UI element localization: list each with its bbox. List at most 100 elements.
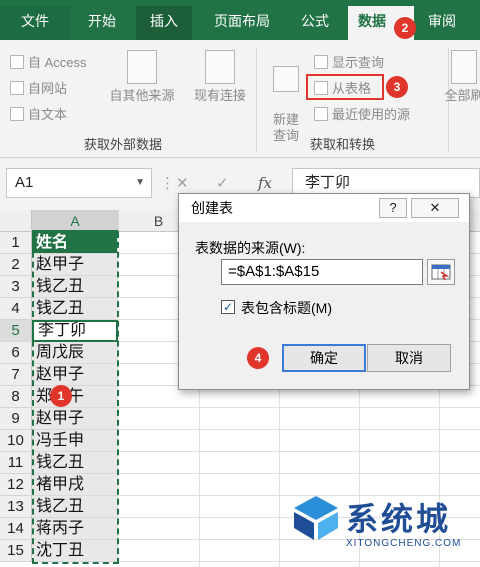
show-queries-icon bbox=[314, 55, 328, 69]
column-header-a[interactable]: A bbox=[32, 210, 119, 232]
row-header[interactable]: 8 bbox=[0, 386, 32, 408]
table-cell[interactable]: 郑庚午 bbox=[32, 386, 118, 408]
watermark-url: XITONGCHENG.COM bbox=[346, 538, 462, 549]
table-cell[interactable]: 冯壬申 bbox=[32, 430, 118, 452]
more-icon: ⋮ bbox=[160, 175, 175, 192]
row-header[interactable]: 14 bbox=[0, 518, 32, 540]
from-access-label: 自 Access bbox=[28, 55, 87, 70]
new-query-label: 新建 查询 bbox=[272, 112, 299, 143]
access-icon bbox=[10, 55, 24, 69]
from-other-sources-button[interactable]: 自其他来源 bbox=[104, 50, 180, 104]
refresh-icon bbox=[451, 50, 477, 84]
table-cell[interactable]: 钱乙丑 bbox=[32, 496, 118, 518]
row-header[interactable]: 3 bbox=[0, 276, 32, 298]
insert-function-icon[interactable]: fx bbox=[258, 174, 272, 192]
row-header[interactable]: 7 bbox=[0, 364, 32, 386]
name-box-value: A1 bbox=[15, 174, 34, 191]
table-cell[interactable]: 李丁卯 bbox=[32, 320, 118, 342]
ribbon: 自 Access 自网站 自文本 自其他来源 现有连接 获取外部数据 新建 查询… bbox=[0, 40, 480, 158]
close-icon[interactable]: ✕ bbox=[411, 198, 459, 218]
show-queries-button[interactable]: 显示查询 bbox=[314, 52, 384, 71]
ribbon-separator bbox=[256, 48, 257, 152]
gridline bbox=[118, 429, 480, 430]
table-source-label: 表数据的来源(W): bbox=[195, 240, 306, 256]
step-marker-4: 4 bbox=[247, 347, 269, 369]
from-other-sources-label: 自其他来源 bbox=[109, 88, 175, 103]
has-headers-checkbox[interactable]: ✓ bbox=[221, 300, 235, 314]
row-header[interactable]: 12 bbox=[0, 474, 32, 496]
table-cell[interactable]: 赵甲子 bbox=[32, 408, 118, 430]
from-access-button[interactable]: 自 Access bbox=[10, 52, 87, 71]
group-label-transform: 获取和转换 bbox=[310, 137, 376, 152]
step-marker-2: 2 bbox=[394, 17, 416, 39]
cancel-button[interactable]: 取消 bbox=[367, 344, 451, 372]
web-icon bbox=[10, 81, 24, 95]
cancel-formula-icon[interactable]: ✕ bbox=[176, 174, 189, 192]
table-cell[interactable]: 钱乙丑 bbox=[32, 298, 118, 320]
table-cell[interactable]: 沈丁丑 bbox=[32, 540, 118, 562]
select-all-corner[interactable] bbox=[0, 210, 32, 232]
step-marker-3: 3 bbox=[386, 76, 408, 98]
create-table-dialog: 创建表 ? ✕ 表数据的来源(W): =$A$1:$A$15 ✓ 表包含标题(M… bbox=[178, 193, 470, 390]
gridline bbox=[118, 407, 480, 408]
row-header[interactable]: 11 bbox=[0, 452, 32, 474]
show-queries-label: 显示查询 bbox=[332, 55, 385, 70]
table-cell[interactable]: 周戊辰 bbox=[32, 342, 118, 364]
table-cell[interactable]: 蒋丙子 bbox=[32, 518, 118, 540]
from-text-button[interactable]: 自文本 bbox=[10, 104, 67, 123]
table-cell[interactable]: 钱乙丑 bbox=[32, 452, 118, 474]
tab-page-layout[interactable]: 页面布局 bbox=[202, 6, 282, 40]
gridline bbox=[118, 473, 480, 474]
from-web-label: 自网站 bbox=[28, 81, 68, 96]
gridline bbox=[118, 451, 480, 452]
confirm-formula-icon[interactable]: ✓ bbox=[216, 174, 229, 192]
watermark-logo-icon bbox=[294, 496, 338, 540]
row-header[interactable]: 10 bbox=[0, 430, 32, 452]
table-cell[interactable]: 钱乙丑 bbox=[32, 276, 118, 298]
tab-home[interactable]: 开始 bbox=[76, 6, 128, 40]
ok-button[interactable]: 确定 bbox=[282, 344, 366, 372]
group-label-get-external: 获取外部数据 bbox=[84, 137, 163, 152]
row-header[interactable]: 5 bbox=[0, 320, 32, 342]
table-source-input[interactable]: =$A$1:$A$15 bbox=[221, 259, 423, 285]
new-query-button[interactable]: 新建 查询 bbox=[264, 50, 308, 144]
existing-connections-label: 现有连接 bbox=[193, 88, 246, 103]
row-header[interactable]: 9 bbox=[0, 408, 32, 430]
step-marker-1: 1 bbox=[50, 385, 72, 407]
row-header[interactable]: 15 bbox=[0, 540, 32, 562]
row-header[interactable]: 1 bbox=[0, 232, 32, 254]
from-text-label: 自文本 bbox=[28, 107, 68, 122]
recent-sources-icon bbox=[314, 107, 328, 121]
help-icon[interactable]: ? bbox=[379, 198, 407, 218]
range-select-icon[interactable] bbox=[427, 259, 455, 285]
name-box[interactable]: A1 ▼ bbox=[6, 168, 152, 198]
table-cell[interactable]: 褚甲戌 bbox=[32, 474, 118, 496]
other-sources-icon bbox=[127, 50, 157, 84]
tab-insert[interactable]: 插入 bbox=[136, 6, 192, 40]
table-cell[interactable]: 赵甲子 bbox=[32, 364, 118, 386]
text-file-icon bbox=[10, 107, 24, 121]
existing-connections-button[interactable]: 现有连接 bbox=[188, 50, 252, 104]
recent-sources-label: 最近使用的源 bbox=[332, 107, 411, 122]
watermark: 系统城 XITONGCHENG.COM bbox=[290, 492, 480, 567]
connections-icon bbox=[205, 50, 235, 84]
row-header[interactable]: 6 bbox=[0, 342, 32, 364]
has-headers-label[interactable]: 表包含标题(M) bbox=[241, 298, 332, 318]
watermark-name: 系统城 bbox=[346, 500, 452, 538]
tab-file[interactable]: 文件 bbox=[0, 6, 70, 40]
from-web-button[interactable]: 自网站 bbox=[10, 78, 67, 97]
tab-formulas[interactable]: 公式 bbox=[288, 6, 342, 40]
new-query-icon bbox=[273, 66, 299, 92]
table-cell[interactable]: 赵甲子 bbox=[32, 254, 118, 276]
row-header[interactable]: 4 bbox=[0, 298, 32, 320]
row-header[interactable]: 13 bbox=[0, 496, 32, 518]
tab-review[interactable]: 审阅 bbox=[416, 6, 468, 40]
from-table-highlight bbox=[306, 74, 384, 100]
chevron-down-icon[interactable]: ▼ bbox=[135, 169, 145, 197]
row-header[interactable]: 2 bbox=[0, 254, 32, 276]
recent-sources-button[interactable]: 最近使用的源 bbox=[314, 104, 410, 123]
header-cell[interactable]: 姓名 bbox=[32, 232, 118, 254]
refresh-all-button[interactable]: 全部刷 bbox=[442, 50, 480, 104]
ribbon-tab-bar: 文件 开始 插入 页面布局 公式 数据 审阅 2 bbox=[0, 0, 480, 40]
refresh-all-label: 全部刷 bbox=[444, 88, 480, 103]
